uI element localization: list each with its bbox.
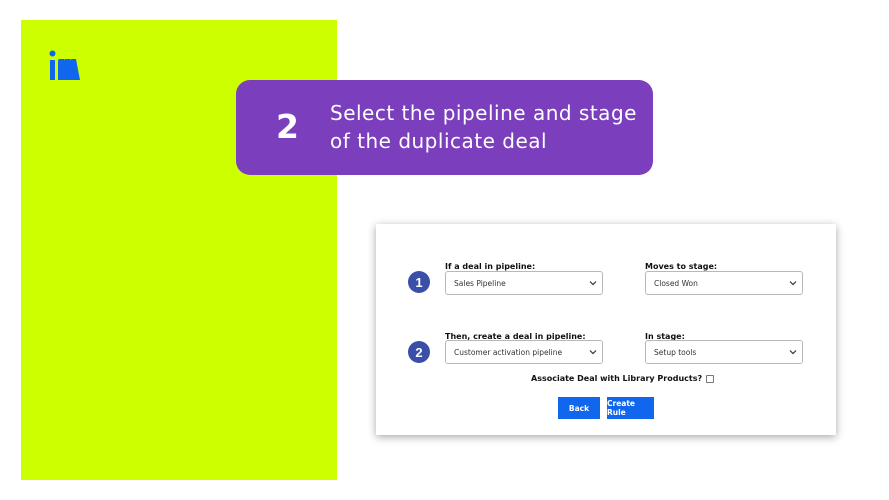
step-instruction-line2: of the duplicate deal — [330, 129, 548, 153]
target-pipeline-value: Customer activation pipeline — [454, 347, 563, 357]
brand-logo-icon — [49, 50, 80, 80]
associate-products-label: Associate Deal with Library Products? — [531, 374, 703, 383]
chevron-down-icon — [589, 281, 597, 286]
trigger-stage-select[interactable]: Closed Won — [645, 271, 803, 295]
pipeline-label-1: If a deal in pipeline: — [445, 262, 536, 271]
associate-products-checkbox[interactable] — [706, 374, 715, 383]
stage-label-1: Moves to stage: — [645, 262, 718, 271]
step-banner: 2 Select the pipeline and stage of the d… — [236, 80, 653, 175]
step-instruction-line1: Select the pipeline and stage — [330, 101, 637, 125]
step-number: 2 — [276, 107, 299, 146]
associate-products-row: Associate Deal with Library Products? — [531, 374, 715, 383]
target-pipeline-select[interactable]: Customer activation pipeline — [445, 340, 603, 364]
create-rule-button[interactable]: Create Rule — [607, 397, 654, 419]
step-badge-1: 1 — [408, 271, 430, 293]
rule-form-card: 1 If a deal in pipeline: Sales Pipeline … — [376, 224, 836, 435]
step-badge-2: 2 — [408, 341, 430, 363]
chevron-down-icon — [589, 350, 597, 355]
chevron-down-icon — [789, 350, 797, 355]
step-instruction: Select the pipeline and stage of the dup… — [330, 99, 640, 155]
target-stage-value: Setup tools — [654, 347, 697, 357]
trigger-pipeline-value: Sales Pipeline — [454, 278, 506, 288]
target-stage-select[interactable]: Setup tools — [645, 340, 803, 364]
trigger-stage-value: Closed Won — [654, 278, 698, 288]
back-button[interactable]: Back — [558, 397, 600, 419]
chevron-down-icon — [789, 281, 797, 286]
trigger-pipeline-select[interactable]: Sales Pipeline — [445, 271, 603, 295]
